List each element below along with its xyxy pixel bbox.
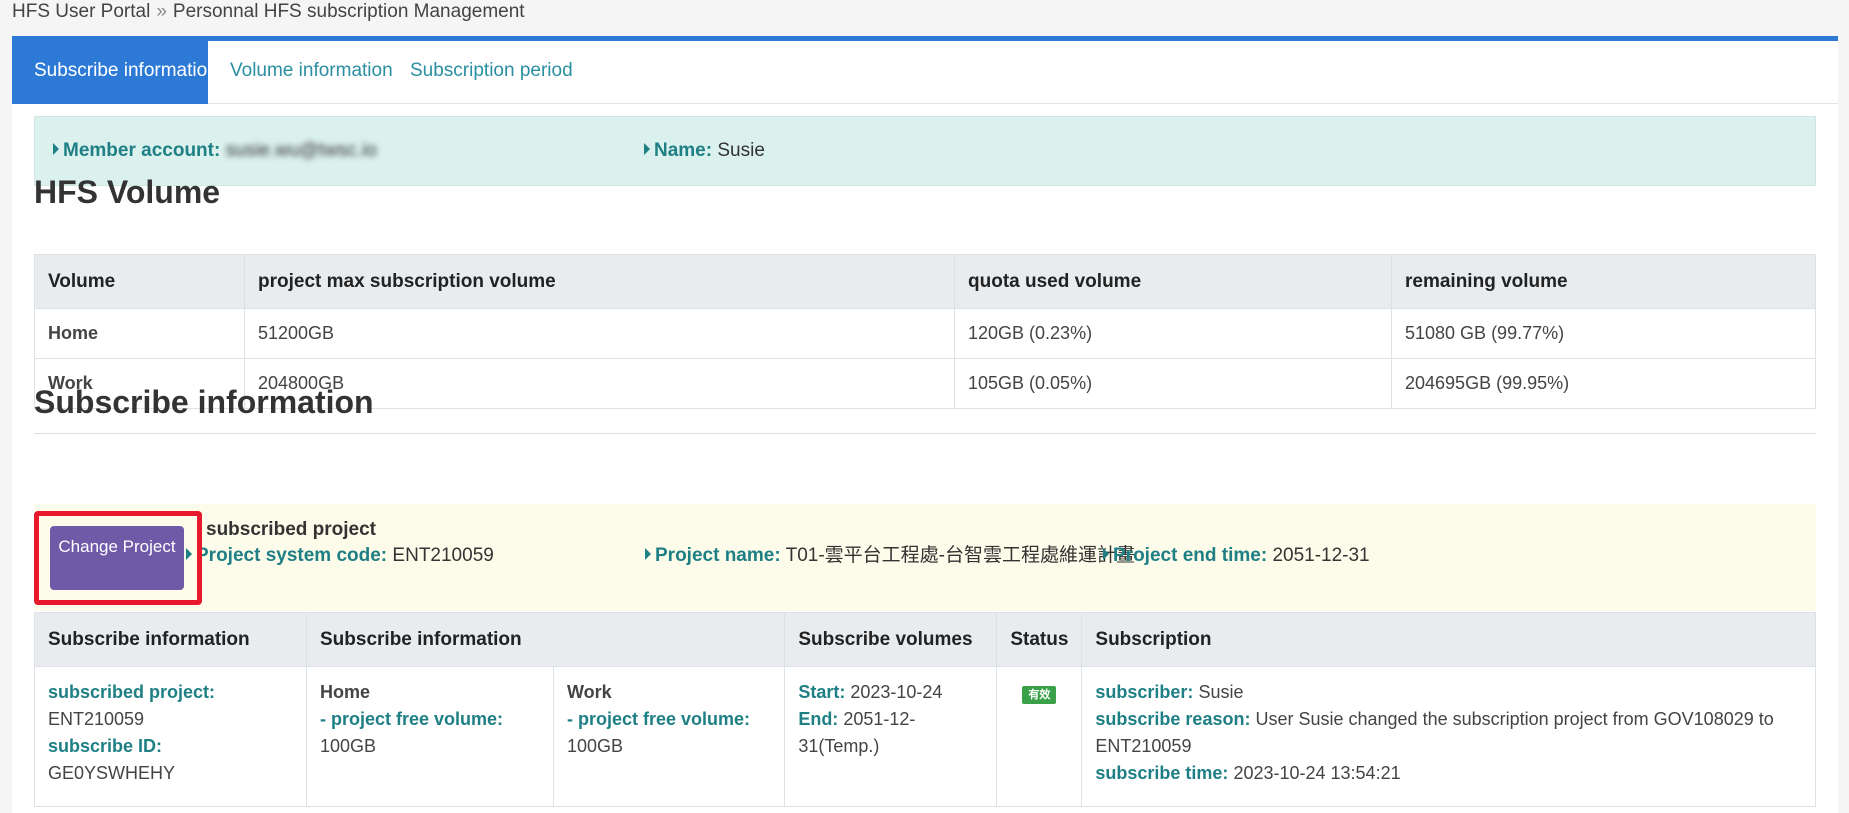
caret-right-icon xyxy=(1103,547,1109,560)
project-end-time-field: Project end time: 2051-12-31 xyxy=(1103,544,1370,568)
subscribe-time-value: 2023-10-24 13:54:21 xyxy=(1233,763,1401,783)
start-label: Start: xyxy=(798,682,846,702)
project-end-time-value: 2051-12-31 xyxy=(1272,545,1370,566)
column-header: Status xyxy=(996,612,1083,667)
subscribed-project-title: subscribed project xyxy=(206,519,376,540)
caret-right-icon xyxy=(645,547,651,560)
caret-right-icon xyxy=(53,142,59,155)
breadcrumb-separator: » xyxy=(156,1,167,22)
work-title: Work xyxy=(567,682,612,702)
subscriber-value: Susie xyxy=(1198,682,1244,702)
column-header: Subscribe information xyxy=(34,612,307,667)
status-badge: 有效 xyxy=(1022,686,1057,704)
caret-right-icon xyxy=(644,142,650,155)
hfs-volume-heading: HFS Volume xyxy=(34,174,221,210)
end-label: End: xyxy=(798,709,839,729)
column-header: quota used volume xyxy=(954,254,1392,309)
subscription-table: Subscribe information Subscribe informat… xyxy=(34,612,1816,807)
home-free-volume-label: - project free volume: xyxy=(320,709,504,729)
breadcrumb-current: Personnal HFS subscription Management xyxy=(172,1,525,22)
tab-subscribe-information[interactable]: Subscribe information xyxy=(12,41,218,104)
used-volume-cell: 120GB (0.23%) xyxy=(954,308,1392,359)
subscribe-volumes-cell: Start: 2023-10-24 End: 2051-12-31(Temp.) xyxy=(784,666,998,807)
project-system-code-field: Project system code: ENT210059 xyxy=(186,544,494,568)
project-system-code-value: ENT210059 xyxy=(392,545,494,566)
subscriber-label: subscriber: xyxy=(1095,682,1194,702)
table-header-row: Subscribe information Subscribe informat… xyxy=(34,612,1816,667)
work-volume-cell: Work - project free volume: 100GB xyxy=(552,666,786,807)
section-divider xyxy=(34,433,1816,434)
column-header: Subscription xyxy=(1081,612,1816,667)
member-name-label: Name: xyxy=(654,140,713,161)
member-account-field: Member account: susie.wu@twsc.io xyxy=(53,139,377,163)
change-project-button[interactable]: Change Project xyxy=(50,526,184,590)
volume-cell: Home xyxy=(34,308,245,359)
column-header: Subscribe volumes xyxy=(784,612,998,667)
tab-subscription-period[interactable]: Subscription period xyxy=(388,41,595,104)
column-header: Subscribe information xyxy=(305,612,786,667)
used-volume-cell: 105GB (0.05%) xyxy=(954,358,1392,409)
table-header-row: Volume project max subscription volume q… xyxy=(34,254,1816,309)
remaining-volume-cell: 51080 GB (99.77%) xyxy=(1391,308,1816,359)
member-name-field: Name: Susie xyxy=(644,139,765,163)
subscribe-information-heading: Subscribe information xyxy=(34,384,374,420)
member-account-label: Member account: xyxy=(63,140,221,161)
project-name-label: Project name: xyxy=(655,545,781,566)
breadcrumb-root[interactable]: HFS User Portal xyxy=(12,1,150,22)
project-name-value: T01-雲平台工程處-台智雲工程處維運計畫 xyxy=(785,545,1135,566)
project-end-time-label: Project end time: xyxy=(1113,545,1268,566)
main-panel: Subscribe information Volume information… xyxy=(12,36,1838,813)
subscribe-time-label: subscribe time: xyxy=(1095,763,1229,783)
subscribe-reason-label: subscribe reason: xyxy=(1095,709,1251,729)
breadcrumb: HFS User Portal » Personnal HFS subscripti… xyxy=(12,0,525,24)
column-header: Volume xyxy=(34,254,245,309)
subscription-cell: subscriber: Susie subscribe reason: User… xyxy=(1081,666,1816,807)
start-value: 2023-10-24 xyxy=(850,682,943,702)
subscribe-id-value: GE0YSWHEHY xyxy=(48,763,176,783)
project-name-field: Project name: T01-雲平台工程處-台智雲工程處維運計畫 xyxy=(645,544,1135,568)
change-project-highlight: Change Project xyxy=(34,511,202,605)
table-row: Home 51200GB 120GB (0.23%) 51080 GB (99.… xyxy=(34,308,1816,359)
column-header: project max subscription volume xyxy=(244,254,955,309)
subscribe-info-cell: subscribed project: ENT210059 subscribe … xyxy=(34,666,307,807)
max-volume-cell: 51200GB xyxy=(244,308,955,359)
work-free-volume-label: - project free volume: xyxy=(567,709,751,729)
subscribed-project-value: ENT210059 xyxy=(48,709,145,729)
subscribed-project-label: subscribed project: xyxy=(48,682,216,702)
status-cell: 有效 xyxy=(996,666,1083,807)
home-volume-cell: Home - project free volume: 100GB xyxy=(306,666,554,807)
column-header: remaining volume xyxy=(1391,254,1816,309)
member-name-value: Susie xyxy=(717,140,765,161)
member-info-box: Member account: susie.wu@twsc.io Name: S… xyxy=(34,116,1816,186)
subscribe-id-label: subscribe ID: xyxy=(48,736,163,756)
tab-bar: Subscribe information Volume information… xyxy=(12,41,1838,104)
remaining-volume-cell: 204695GB (99.95%) xyxy=(1391,358,1816,409)
member-account-value: susie.wu@twsc.io xyxy=(225,140,377,161)
home-free-volume-value: 100GB xyxy=(320,736,377,756)
work-free-volume-value: 100GB xyxy=(567,736,624,756)
table-row: subscribed project: ENT210059 subscribe … xyxy=(34,666,1816,807)
tab-volume-information[interactable]: Volume information xyxy=(208,41,415,104)
project-system-code-label: Project system code: xyxy=(196,545,388,566)
home-title: Home xyxy=(320,682,371,702)
